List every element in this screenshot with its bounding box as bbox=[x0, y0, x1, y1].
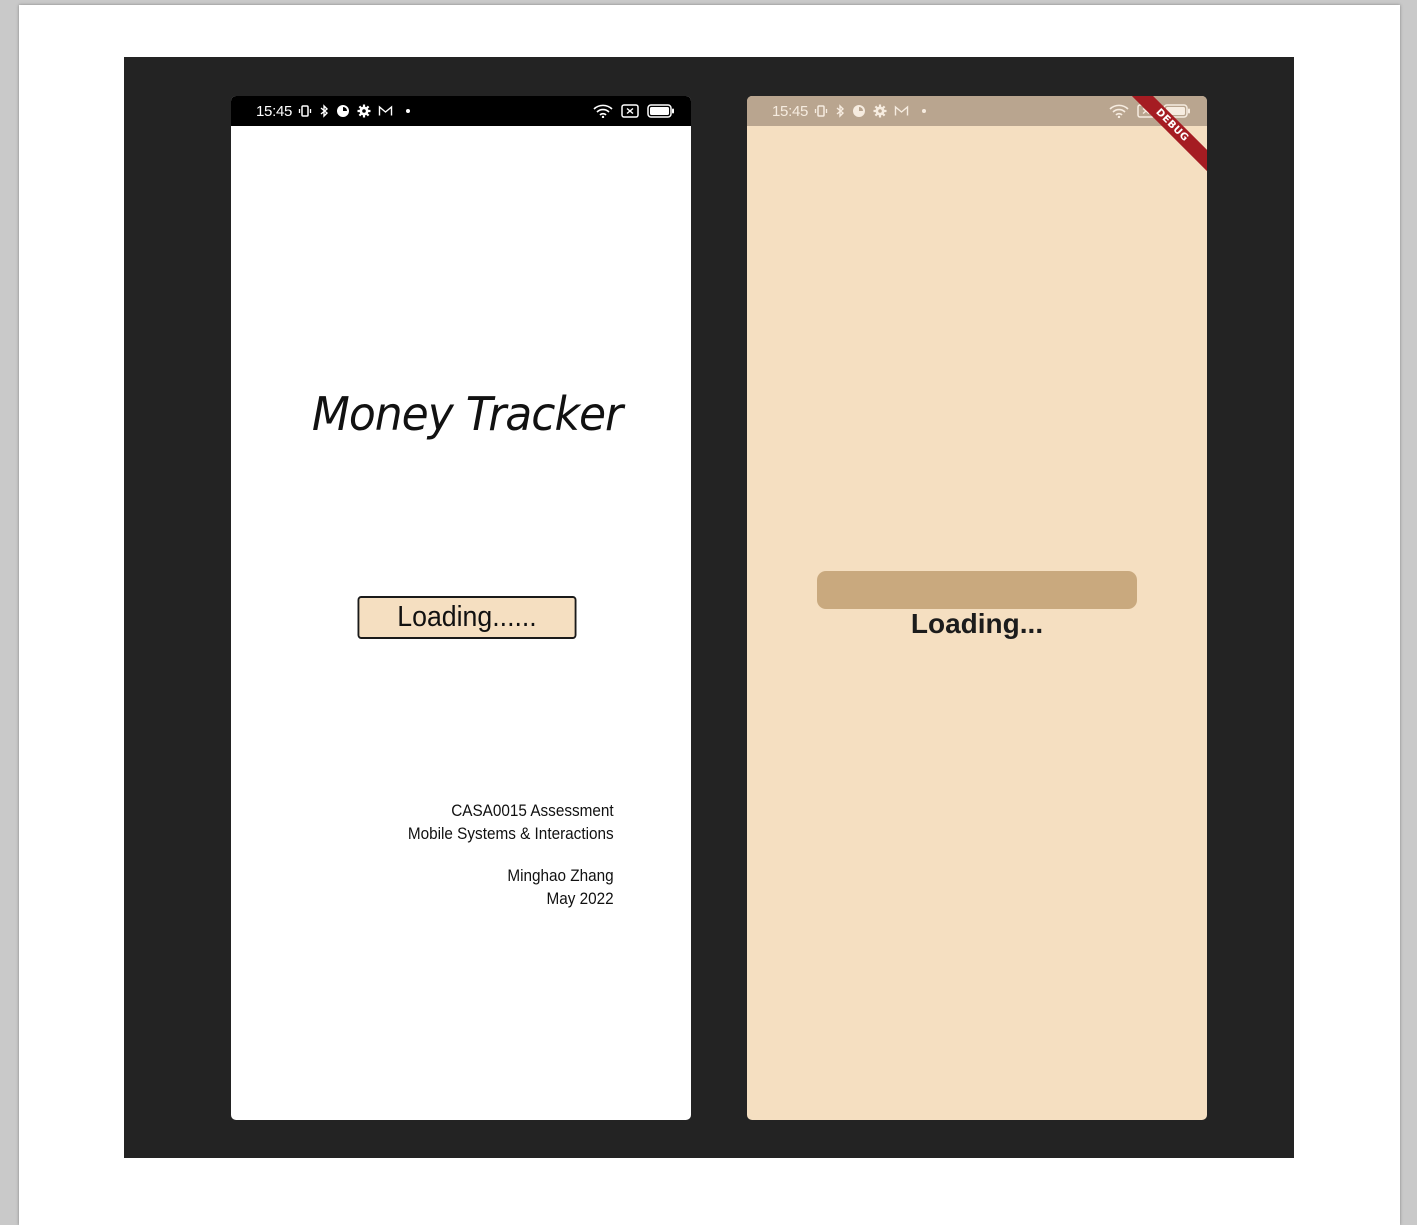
gmail-icon bbox=[894, 105, 909, 117]
credits-block: CASA0015 Assessment Mobile Systems & Int… bbox=[408, 799, 614, 910]
credits-date: May 2022 bbox=[546, 889, 614, 908]
vibrate-icon bbox=[298, 104, 312, 118]
settings-icon bbox=[357, 104, 371, 118]
sim-icon bbox=[621, 104, 639, 118]
app-icon bbox=[852, 104, 866, 118]
loading-label-box: Loading...... bbox=[357, 596, 577, 639]
status-time: 15:45 bbox=[256, 102, 293, 120]
vibrate-icon bbox=[814, 104, 828, 118]
notification-dot bbox=[406, 109, 411, 113]
gmail-icon bbox=[378, 105, 393, 117]
credits-module: Mobile Systems & Interactions bbox=[408, 824, 614, 843]
status-bar: 15:45 bbox=[231, 96, 691, 126]
credits-course: CASA0015 Assessment bbox=[451, 801, 614, 820]
notification-dot bbox=[922, 109, 927, 113]
app-icon bbox=[336, 104, 350, 118]
left-phone-screen: 15:45 Money Tracker Loading...... CASA00… bbox=[231, 96, 691, 1120]
credits-author: Minghao Zhang bbox=[507, 866, 614, 885]
bluetooth-icon bbox=[319, 104, 329, 118]
wifi-icon bbox=[593, 104, 613, 118]
loading-label: Loading... bbox=[910, 608, 1044, 639]
battery-icon bbox=[647, 104, 675, 118]
right-phone-screen: 15:45 DEBUG Loading... bbox=[747, 96, 1207, 1120]
settings-icon bbox=[873, 104, 887, 118]
bluetooth-icon bbox=[835, 104, 845, 118]
progress-bar bbox=[817, 571, 1137, 609]
status-time: 15:45 bbox=[772, 102, 809, 120]
app-title: Money Tracker bbox=[311, 387, 623, 442]
wifi-icon bbox=[1109, 104, 1129, 118]
